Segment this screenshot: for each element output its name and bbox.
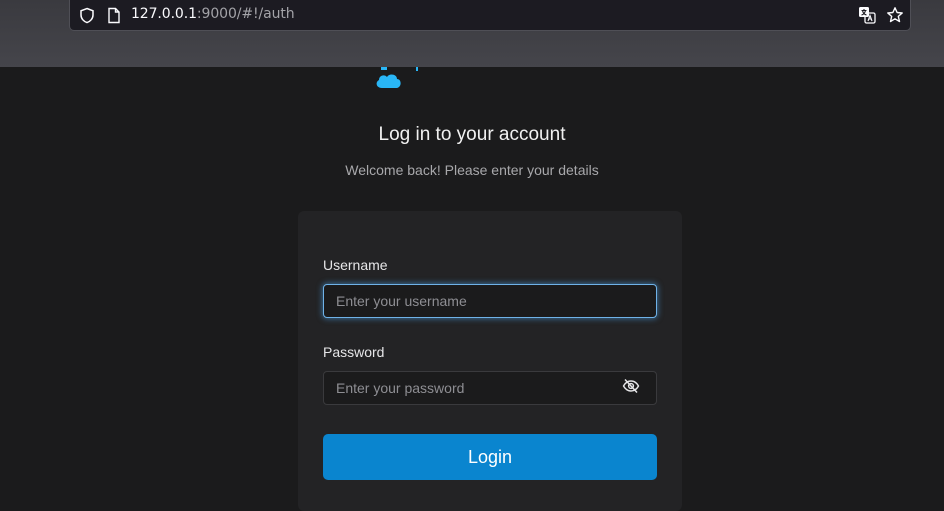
url-host: 127.0.0.1 [131, 6, 197, 22]
url-text[interactable]: 127.0.0.1:9000/#!/auth [131, 6, 295, 22]
translate-icon[interactable] [858, 6, 876, 28]
password-label: Password [323, 344, 385, 360]
cloud-logo-icon [372, 67, 428, 93]
login-card: Username Password Login [298, 211, 682, 511]
page-icon [107, 7, 121, 28]
login-button[interactable]: Login [323, 434, 657, 480]
page-title: Log in to your account [378, 124, 566, 145]
url-path: :9000/#!/auth [196, 6, 295, 22]
auth-page: Log in to your account Welcome back! Ple… [0, 67, 944, 511]
password-input[interactable] [323, 371, 657, 405]
username-label: Username [323, 257, 388, 273]
page-subtitle: Welcome back! Please enter your details [345, 162, 599, 178]
shield-icon[interactable] [79, 7, 95, 28]
address-bar[interactable]: 127.0.0.1:9000/#!/auth [69, 0, 911, 31]
browser-chrome: 127.0.0.1:9000/#!/auth [0, 0, 944, 67]
bookmark-star-icon[interactable] [886, 6, 904, 28]
eye-slash-icon[interactable] [622, 378, 640, 398]
username-input[interactable] [323, 284, 657, 318]
